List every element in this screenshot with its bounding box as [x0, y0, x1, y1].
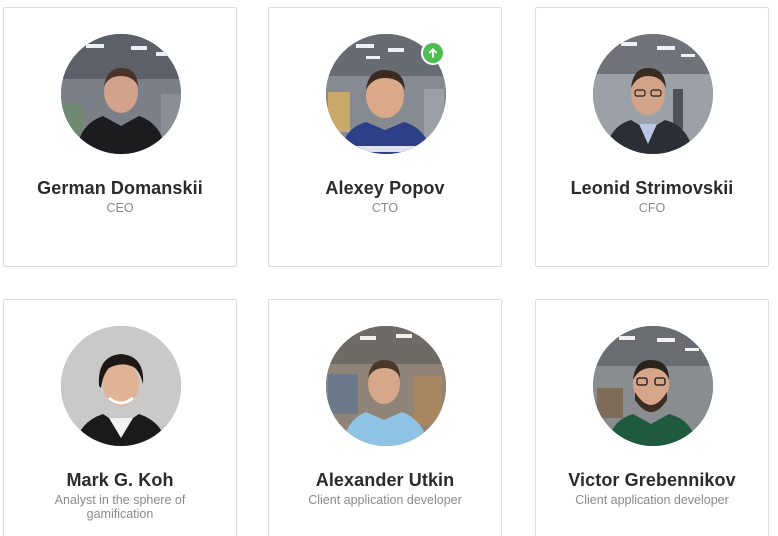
team-page: German Domanskii CEO Alexey Popov CTO Le…: [0, 0, 778, 536]
member-name: Victor Grebennikov: [568, 470, 736, 490]
member-role: CFO: [638, 201, 666, 215]
member-role: CTO: [371, 201, 399, 215]
arrow-up-icon[interactable]: [421, 41, 445, 65]
team-card[interactable]: Mark G. Koh Analyst in the sphere of gam…: [3, 299, 237, 536]
member-name: German Domanskii: [37, 178, 203, 198]
team-card[interactable]: Leonid Strimovskii CFO: [535, 7, 769, 267]
avatar: [593, 326, 713, 446]
member-name: Mark G. Koh: [66, 470, 174, 490]
avatar: [326, 326, 446, 446]
member-role: CEO: [106, 201, 134, 215]
team-card[interactable]: Alexey Popov CTO: [268, 7, 502, 267]
member-name: Alexander Utkin: [315, 470, 455, 490]
member-name: Leonid Strimovskii: [570, 178, 734, 198]
member-name: Alexey Popov: [325, 178, 445, 198]
avatar: [61, 34, 181, 154]
team-card[interactable]: Alexander Utkin Client application devel…: [268, 299, 502, 536]
member-role: Analyst in the sphere of gamification: [54, 493, 186, 521]
team-card[interactable]: Victor Grebennikov Client application de…: [535, 299, 769, 536]
member-role: Client application developer: [308, 493, 462, 507]
member-role: Client application developer: [575, 493, 729, 507]
avatar: [61, 326, 181, 446]
avatar: [593, 34, 713, 154]
team-card[interactable]: German Domanskii CEO: [3, 7, 237, 267]
